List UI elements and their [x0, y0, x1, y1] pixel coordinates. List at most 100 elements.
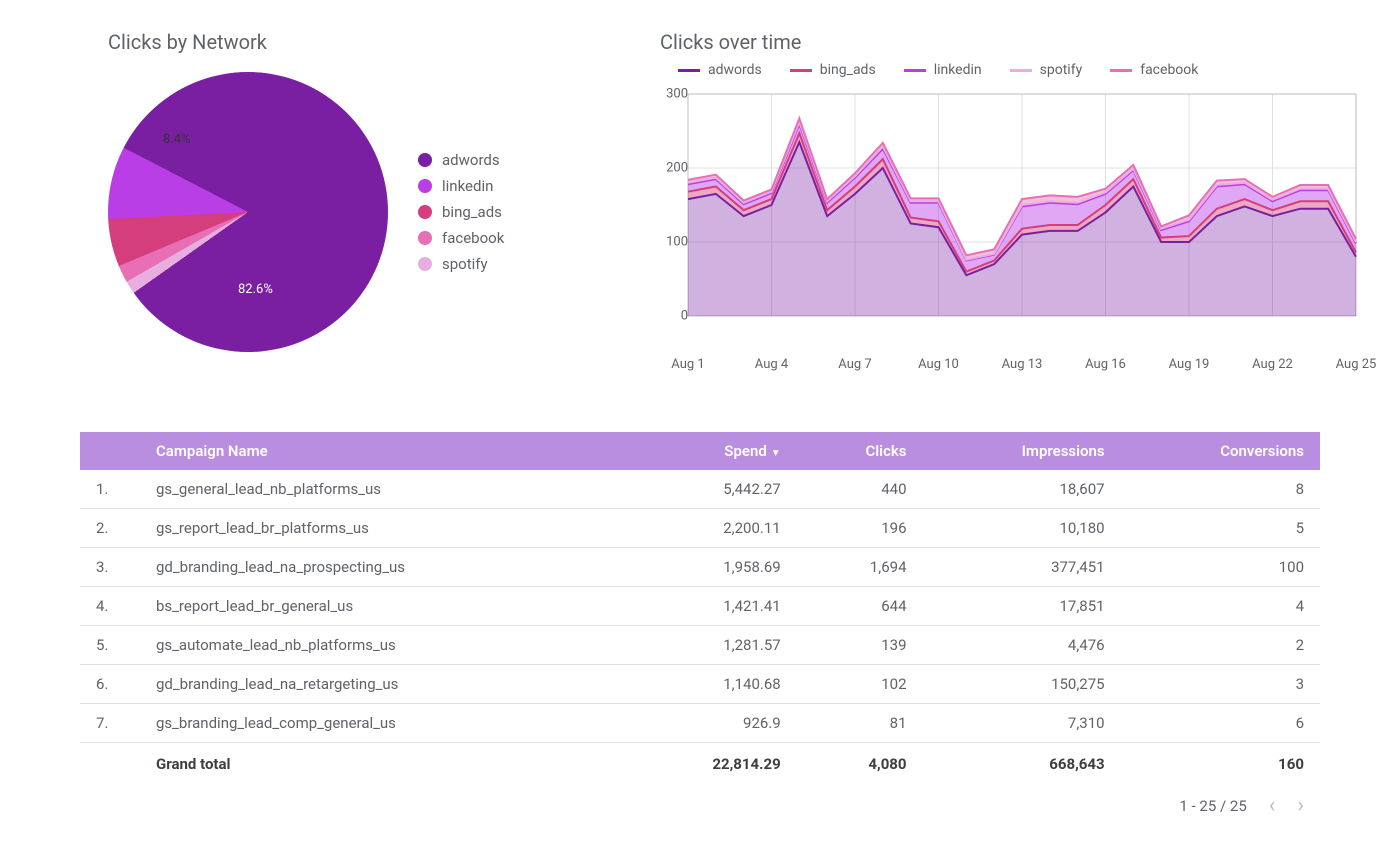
- row-impressions: 18,607: [923, 470, 1121, 509]
- table-row[interactable]: 6.gd_branding_lead_na_retargeting_us1,14…: [80, 665, 1320, 704]
- y-tick: 0: [681, 309, 688, 324]
- row-clicks: 440: [797, 470, 923, 509]
- grand-total-conversions: 160: [1121, 743, 1320, 786]
- legend-swatch-icon: [904, 69, 926, 72]
- row-campaign: gs_general_lead_nb_platforms_us: [140, 470, 624, 509]
- clicks-by-network-title: Clicks by Network: [108, 30, 620, 54]
- row-conversions: 6: [1121, 704, 1320, 743]
- row-clicks: 196: [797, 509, 923, 548]
- grand-total-clicks: 4,080: [797, 743, 923, 786]
- row-index: 4.: [80, 587, 140, 626]
- campaign-table: Campaign Name Spend▼ Clicks Impressions …: [80, 432, 1320, 785]
- clicks-over-time-title: Clicks over time: [660, 30, 1360, 54]
- pie-legend-label: spotify: [442, 255, 488, 273]
- row-clicks: 644: [797, 587, 923, 626]
- line-legend-item-facebook[interactable]: facebook: [1110, 62, 1198, 78]
- pie-legend-item-adwords[interactable]: adwords: [418, 151, 504, 169]
- row-index: 1.: [80, 470, 140, 509]
- row-clicks: 1,694: [797, 548, 923, 587]
- row-conversions: 2: [1121, 626, 1320, 665]
- pie-legend-item-bing_ads[interactable]: bing_ads: [418, 203, 504, 221]
- col-index: [80, 432, 140, 470]
- row-impressions: 10,180: [923, 509, 1121, 548]
- row-conversions: 100: [1121, 548, 1320, 587]
- table-row[interactable]: 7.gs_branding_lead_comp_general_us926.98…: [80, 704, 1320, 743]
- line-legend-label: bing_ads: [820, 62, 876, 78]
- col-campaign[interactable]: Campaign Name: [140, 432, 624, 470]
- row-spend: 1,281.57: [624, 626, 797, 665]
- col-impressions[interactable]: Impressions: [923, 432, 1121, 470]
- pager-next-icon[interactable]: ›: [1297, 795, 1304, 817]
- campaign-table-panel: Campaign Name Spend▼ Clicks Impressions …: [80, 432, 1320, 817]
- pie-legend-label: linkedin: [442, 177, 493, 195]
- line-legend-label: linkedin: [934, 62, 982, 78]
- table-row[interactable]: 3.gd_branding_lead_na_prospecting_us1,95…: [80, 548, 1320, 587]
- legend-swatch-icon: [678, 69, 700, 72]
- row-conversions: 3: [1121, 665, 1320, 704]
- line-legend-label: adwords: [708, 62, 762, 78]
- x-tick: Aug 4: [755, 357, 788, 372]
- row-spend: 926.9: [624, 704, 797, 743]
- row-impressions: 7,310: [923, 704, 1121, 743]
- col-clicks[interactable]: Clicks: [797, 432, 923, 470]
- x-tick: Aug 25: [1336, 357, 1377, 372]
- row-index: 5.: [80, 626, 140, 665]
- legend-dot-icon: [418, 179, 432, 193]
- line-legend-label: spotify: [1040, 62, 1083, 78]
- grand-total-spend: 22,814.29: [624, 743, 797, 786]
- legend-swatch-icon: [790, 69, 812, 72]
- line-legend-item-adwords[interactable]: adwords: [678, 62, 762, 78]
- row-campaign: gd_branding_lead_na_prospecting_us: [140, 548, 624, 587]
- row-spend: 1,421.41: [624, 587, 797, 626]
- col-spend[interactable]: Spend▼: [624, 432, 797, 470]
- row-index: 3.: [80, 548, 140, 587]
- row-index: 2.: [80, 509, 140, 548]
- legend-swatch-icon: [1110, 69, 1132, 72]
- row-impressions: 17,851: [923, 587, 1121, 626]
- clicks-by-network-pie[interactable]: 8.4% 82.6%: [108, 72, 388, 352]
- y-tick: 200: [666, 161, 688, 176]
- clicks-over-time-chart[interactable]: 0100200300Aug 1Aug 4Aug 7Aug 10Aug 13Aug…: [660, 90, 1360, 350]
- pie-legend-label: adwords: [442, 151, 500, 169]
- y-tick: 100: [666, 235, 688, 250]
- row-clicks: 81: [797, 704, 923, 743]
- pie-legend-item-facebook[interactable]: facebook: [418, 229, 504, 247]
- col-conversions[interactable]: Conversions: [1121, 432, 1320, 470]
- row-impressions: 150,275: [923, 665, 1121, 704]
- grand-total-impressions: 668,643: [923, 743, 1121, 786]
- pager-prev-icon[interactable]: ‹: [1269, 795, 1276, 817]
- x-tick: Aug 22: [1252, 357, 1293, 372]
- clicks-over-time-panel: Clicks over time adwords bing_ads linkedin…: [660, 30, 1360, 352]
- row-campaign: gs_automate_lead_nb_platforms_us: [140, 626, 624, 665]
- table-row[interactable]: 5.gs_automate_lead_nb_platforms_us1,281.…: [80, 626, 1320, 665]
- row-spend: 5,442.27: [624, 470, 797, 509]
- row-conversions: 8: [1121, 470, 1320, 509]
- x-tick: Aug 10: [918, 357, 959, 372]
- row-campaign: gd_branding_lead_na_retargeting_us: [140, 665, 624, 704]
- line-legend-item-spotify[interactable]: spotify: [1010, 62, 1083, 78]
- pie-legend-item-linkedin[interactable]: linkedin: [418, 177, 504, 195]
- table-row[interactable]: 2.gs_report_lead_br_platforms_us2,200.11…: [80, 509, 1320, 548]
- legend-dot-icon: [418, 257, 432, 271]
- pie-legend-label: facebook: [442, 229, 504, 247]
- row-spend: 1,140.68: [624, 665, 797, 704]
- row-impressions: 4,476: [923, 626, 1121, 665]
- table-row[interactable]: 4.bs_report_lead_br_general_us1,421.4164…: [80, 587, 1320, 626]
- row-conversions: 5: [1121, 509, 1320, 548]
- x-tick: Aug 7: [838, 357, 871, 372]
- pie-legend-label: bing_ads: [442, 203, 502, 221]
- pager-range: 1 - 25 / 25: [1179, 797, 1246, 815]
- y-tick: 300: [666, 87, 688, 102]
- clicks-over-time-legend: adwords bing_ads linkedin spotify facebook: [678, 62, 1360, 78]
- row-conversions: 4: [1121, 587, 1320, 626]
- pie-legend-item-spotify[interactable]: spotify: [418, 255, 504, 273]
- line-legend-item-linkedin[interactable]: linkedin: [904, 62, 982, 78]
- line-legend-item-bing_ads[interactable]: bing_ads: [790, 62, 876, 78]
- legend-dot-icon: [418, 205, 432, 219]
- row-index: 7.: [80, 704, 140, 743]
- grand-total-label: Grand total: [140, 743, 624, 786]
- x-tick: Aug 13: [1002, 357, 1043, 372]
- row-spend: 2,200.11: [624, 509, 797, 548]
- row-campaign: gs_branding_lead_comp_general_us: [140, 704, 624, 743]
- table-row[interactable]: 1.gs_general_lead_nb_platforms_us5,442.2…: [80, 470, 1320, 509]
